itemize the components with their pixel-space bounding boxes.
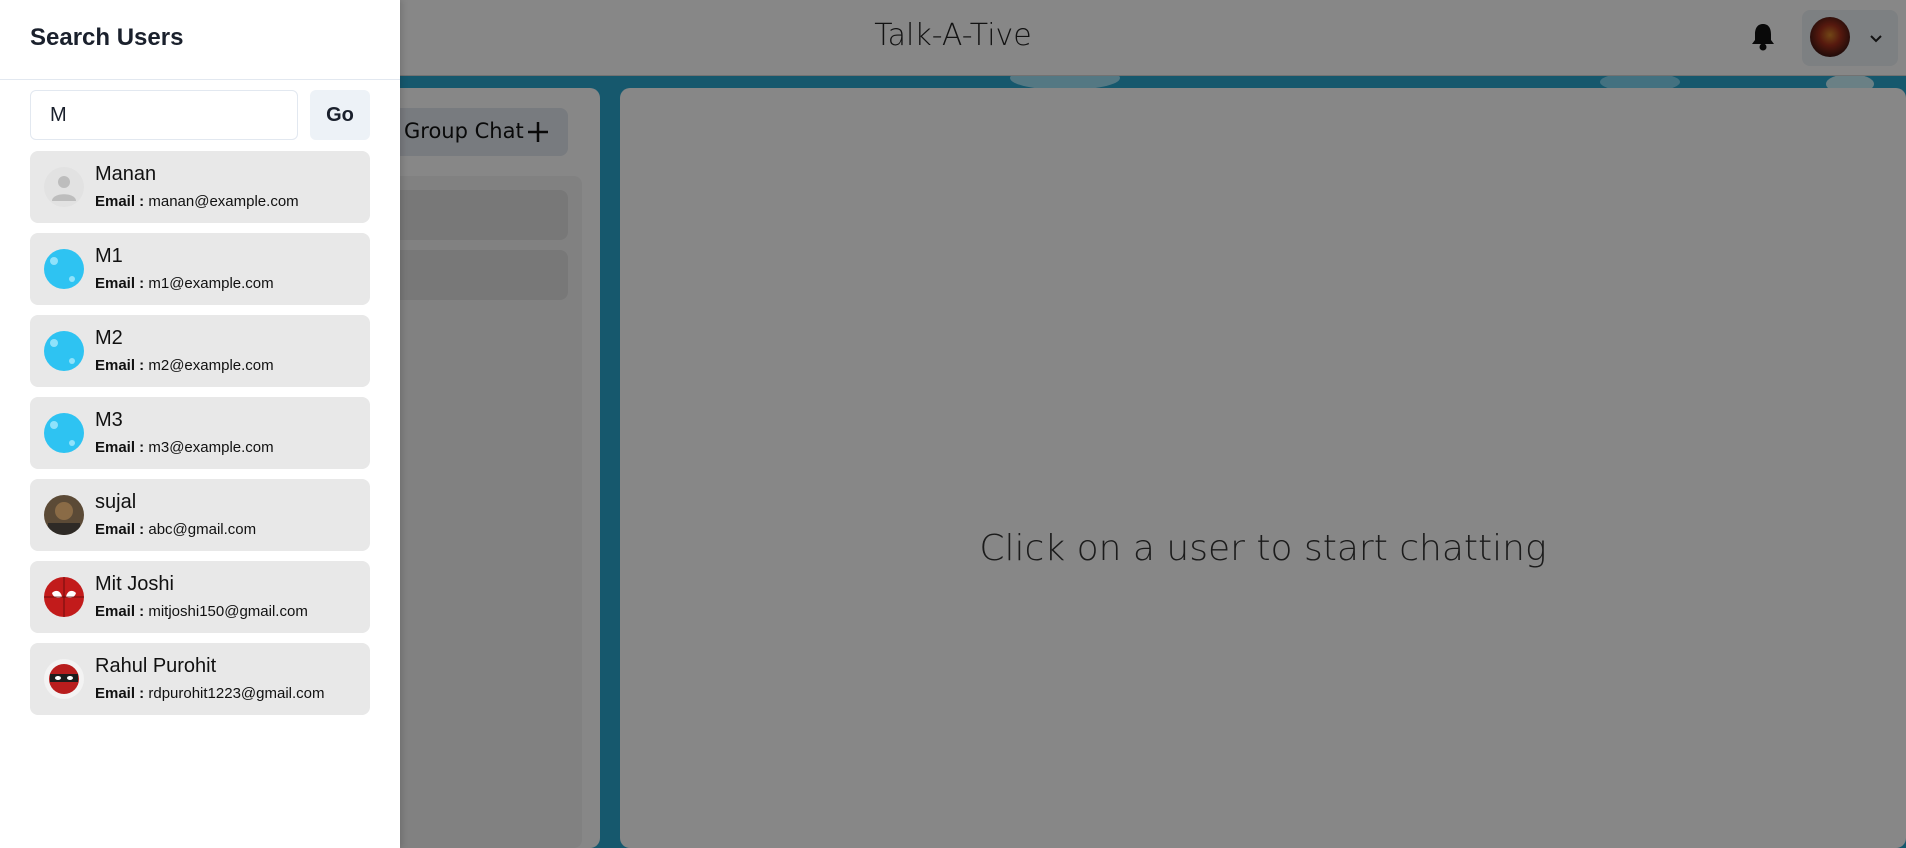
- user-email: Email : rdpurohit1223@gmail.com: [95, 685, 325, 702]
- bubble-avatar-icon: [44, 413, 84, 453]
- user-result-m1[interactable]: M1 Email : m1@example.com: [30, 233, 370, 305]
- user-name: M2: [95, 327, 123, 349]
- user-email: Email : m3@example.com: [95, 439, 274, 456]
- user-email: Email : m1@example.com: [95, 275, 274, 292]
- bubble-avatar-icon: [44, 249, 84, 289]
- user-email: Email : mitjoshi150@gmail.com: [95, 603, 308, 620]
- drawer-title: Search Users: [0, 0, 400, 80]
- user-email: Email : manan@example.com: [95, 193, 299, 210]
- user-name: Manan: [95, 163, 157, 185]
- deadpool-avatar-icon: [44, 659, 84, 699]
- user-name: Rahul Purohit: [95, 655, 217, 677]
- user-name: M1: [95, 245, 123, 267]
- search-users-drawer: Search Users Go Manan Email : manan@exam…: [0, 0, 400, 848]
- user-email: Email : abc@gmail.com: [95, 521, 257, 538]
- user-result-rahul-purohit[interactable]: Rahul Purohit Email : rdpurohit1223@gmai…: [30, 643, 370, 715]
- user-email: Email : m2@example.com: [95, 357, 274, 374]
- search-results: Manan Email : manan@example.com M1 Email…: [30, 151, 370, 725]
- user-name: Mit Joshi: [95, 573, 174, 595]
- user-result-manan[interactable]: Manan Email : manan@example.com: [30, 151, 370, 223]
- go-button[interactable]: Go: [310, 90, 370, 140]
- user-result-m3[interactable]: M3 Email : m3@example.com: [30, 397, 370, 469]
- bubble-avatar-icon: [44, 331, 84, 371]
- user-result-m2[interactable]: M2 Email : m2@example.com: [30, 315, 370, 387]
- user-result-sujal[interactable]: sujal Email : abc@gmail.com: [30, 479, 370, 551]
- user-name: M3: [95, 409, 123, 431]
- spiderman-avatar-icon: [44, 577, 84, 617]
- search-input[interactable]: [30, 90, 298, 140]
- default-user-icon: [44, 167, 84, 207]
- search-row: Go: [30, 90, 370, 140]
- photo-avatar-icon: [44, 495, 84, 535]
- user-result-mit-joshi[interactable]: Mit Joshi Email : mitjoshi150@gmail.com: [30, 561, 370, 633]
- user-name: sujal: [95, 491, 137, 513]
